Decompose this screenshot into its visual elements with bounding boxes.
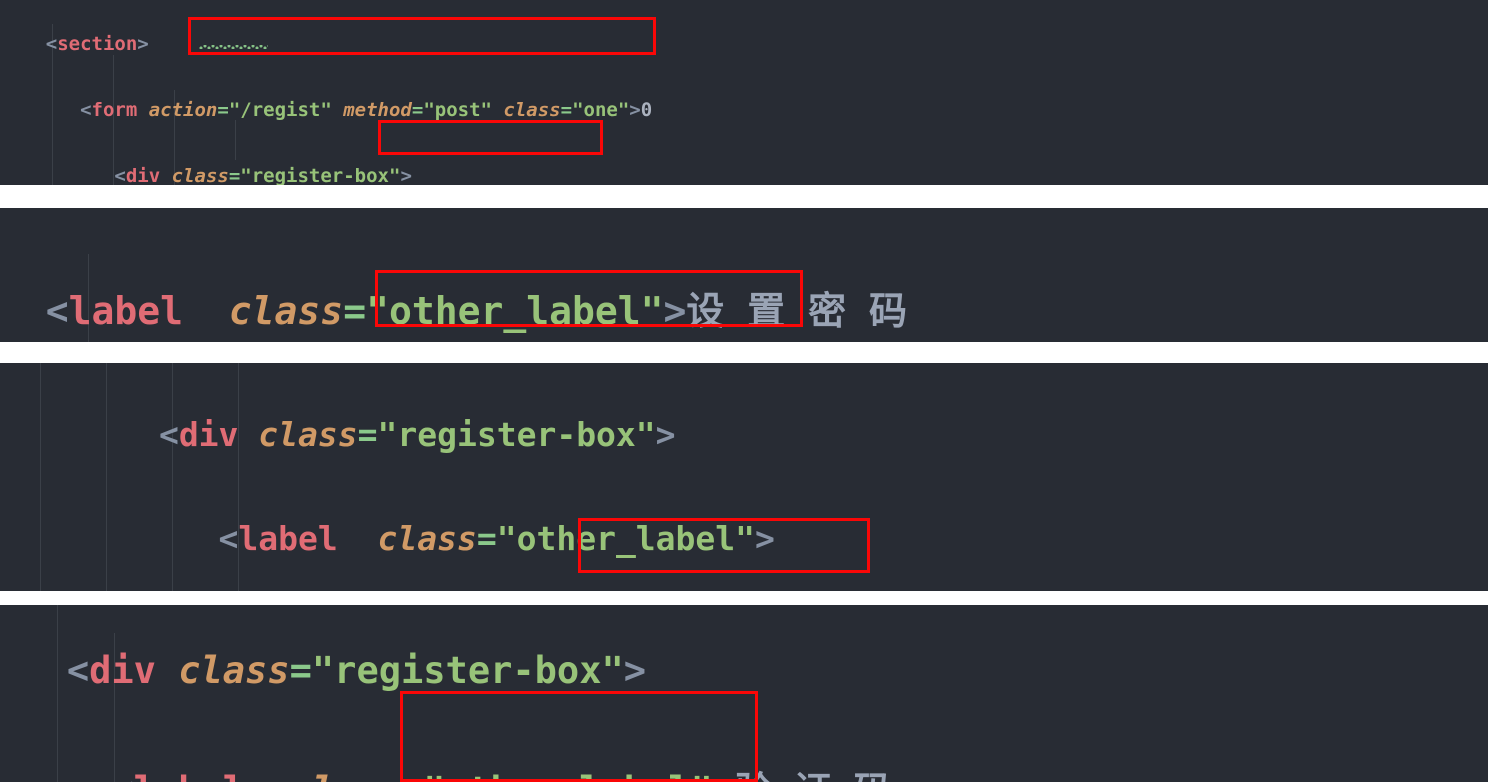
screenshot-root: <section> <form action="/regist" method=… — [0, 0, 1488, 782]
code-line: <label class="other_label">验 证 码 — [0, 761, 1248, 782]
code-panel-form-username[interactable]: <section> <form action="/regist" method=… — [0, 0, 1488, 185]
code-panel-verification-code[interactable]: <div class="register-box"> <label class=… — [0, 605, 1488, 782]
code-panel-password[interactable]: <label class="other_label">设 置 密 码 <inpu… — [0, 208, 1488, 342]
code-panel-phone[interactable]: <div class="register-box"> <label class=… — [0, 363, 1488, 591]
code-line: <div class="register-box"> — [0, 165, 412, 185]
code-line: <label class="other_label"> — [0, 519, 775, 558]
code-line: <div class="register-box"> — [0, 649, 647, 692]
code-line: <section> — [0, 33, 149, 55]
code-line: <label class="other_label">设 置 密 码 — [0, 289, 908, 333]
code-line: <form action="/regist" method="post" cla… — [0, 99, 653, 121]
code-line: <div class="register-box"> — [0, 415, 676, 454]
spellcheck-underline — [199, 45, 268, 49]
